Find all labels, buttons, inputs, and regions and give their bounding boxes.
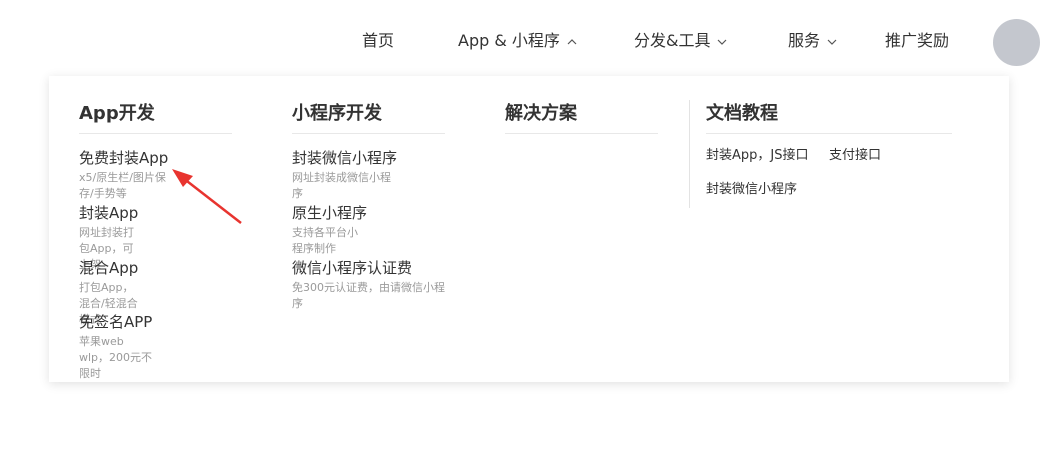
entry-title: 免签名APP xyxy=(79,313,153,331)
column-title: 文档教程 xyxy=(706,103,778,124)
menu-entry-wechat-cert-fee[interactable]: 微信小程序认证费 免300元认证费，由请微信小程序 xyxy=(292,258,452,312)
column-title: 小程序开发 xyxy=(292,103,382,124)
column-separator xyxy=(689,100,690,208)
chevron-down-icon xyxy=(717,29,727,51)
apps-dropdown-panel: App开发 免费封装App x5/原生栏/图片保存/手势等 封装App 网址封装… xyxy=(49,76,1009,382)
nav-services-menu[interactable]: 服务 xyxy=(788,30,837,52)
nav-apps-label: App & 小程序 xyxy=(458,31,560,50)
nav-home[interactable]: 首页 xyxy=(362,30,394,52)
entry-title: 原生小程序 xyxy=(292,204,368,222)
entry-description: 苹果web wlp，200元不限时 xyxy=(79,335,153,380)
doc-link-payment-api[interactable]: 支付接口 xyxy=(829,147,881,165)
nav-services-label: 服务 xyxy=(788,31,821,50)
user-avatar[interactable] xyxy=(993,19,1040,66)
entry-title: 微信小程序认证费 xyxy=(292,259,413,277)
nav-tools-label: 分发&工具 xyxy=(634,31,711,50)
menu-entry-wrap-wechat-mini[interactable]: 封装微信小程序 网址封装成微信小程序 xyxy=(292,148,397,202)
entry-title: 封装App xyxy=(79,204,139,222)
entry-description: 支持各平台小程序制作 xyxy=(292,226,358,255)
top-navigation: 首页 App & 小程序 分发&工具 服务 推广奖励 xyxy=(0,0,1055,80)
doc-link-wrap-app-js-api[interactable]: 封装App，JS接口 xyxy=(706,147,808,165)
menu-entry-native-mini[interactable]: 原生小程序 支持各平台小程序制作 xyxy=(292,203,367,257)
entry-description: 免300元认证费，由请微信小程序 xyxy=(292,281,445,310)
column-title: App开发 xyxy=(79,103,155,124)
menu-entry-free-wrap-app[interactable]: 免费封装App x5/原生栏/图片保存/手势等 xyxy=(79,148,168,202)
entry-title: 免费封装App xyxy=(79,149,169,167)
column-divider xyxy=(79,133,232,134)
nav-apps-menu[interactable]: App & 小程序 xyxy=(458,30,577,52)
column-divider xyxy=(292,133,445,134)
chevron-down-icon xyxy=(827,29,837,51)
entry-description: x5/原生栏/图片保存/手势等 xyxy=(79,171,166,200)
entry-description: 网址封装成微信小程序 xyxy=(292,171,391,200)
entry-title: 封装微信小程序 xyxy=(292,149,398,167)
chevron-up-icon xyxy=(567,29,577,51)
nav-tools-menu[interactable]: 分发&工具 xyxy=(634,30,727,52)
column-title: 解决方案 xyxy=(505,103,577,124)
entry-title: 混合App xyxy=(79,259,139,277)
menu-entry-unsigned-app[interactable]: 免签名APP 苹果web wlp，200元不限时 xyxy=(79,312,152,382)
column-divider xyxy=(505,133,658,134)
doc-link-wrap-wechat-mini[interactable]: 封装微信小程序 xyxy=(706,181,797,199)
column-divider xyxy=(706,133,952,134)
nav-rewards[interactable]: 推广奖励 xyxy=(885,30,949,52)
